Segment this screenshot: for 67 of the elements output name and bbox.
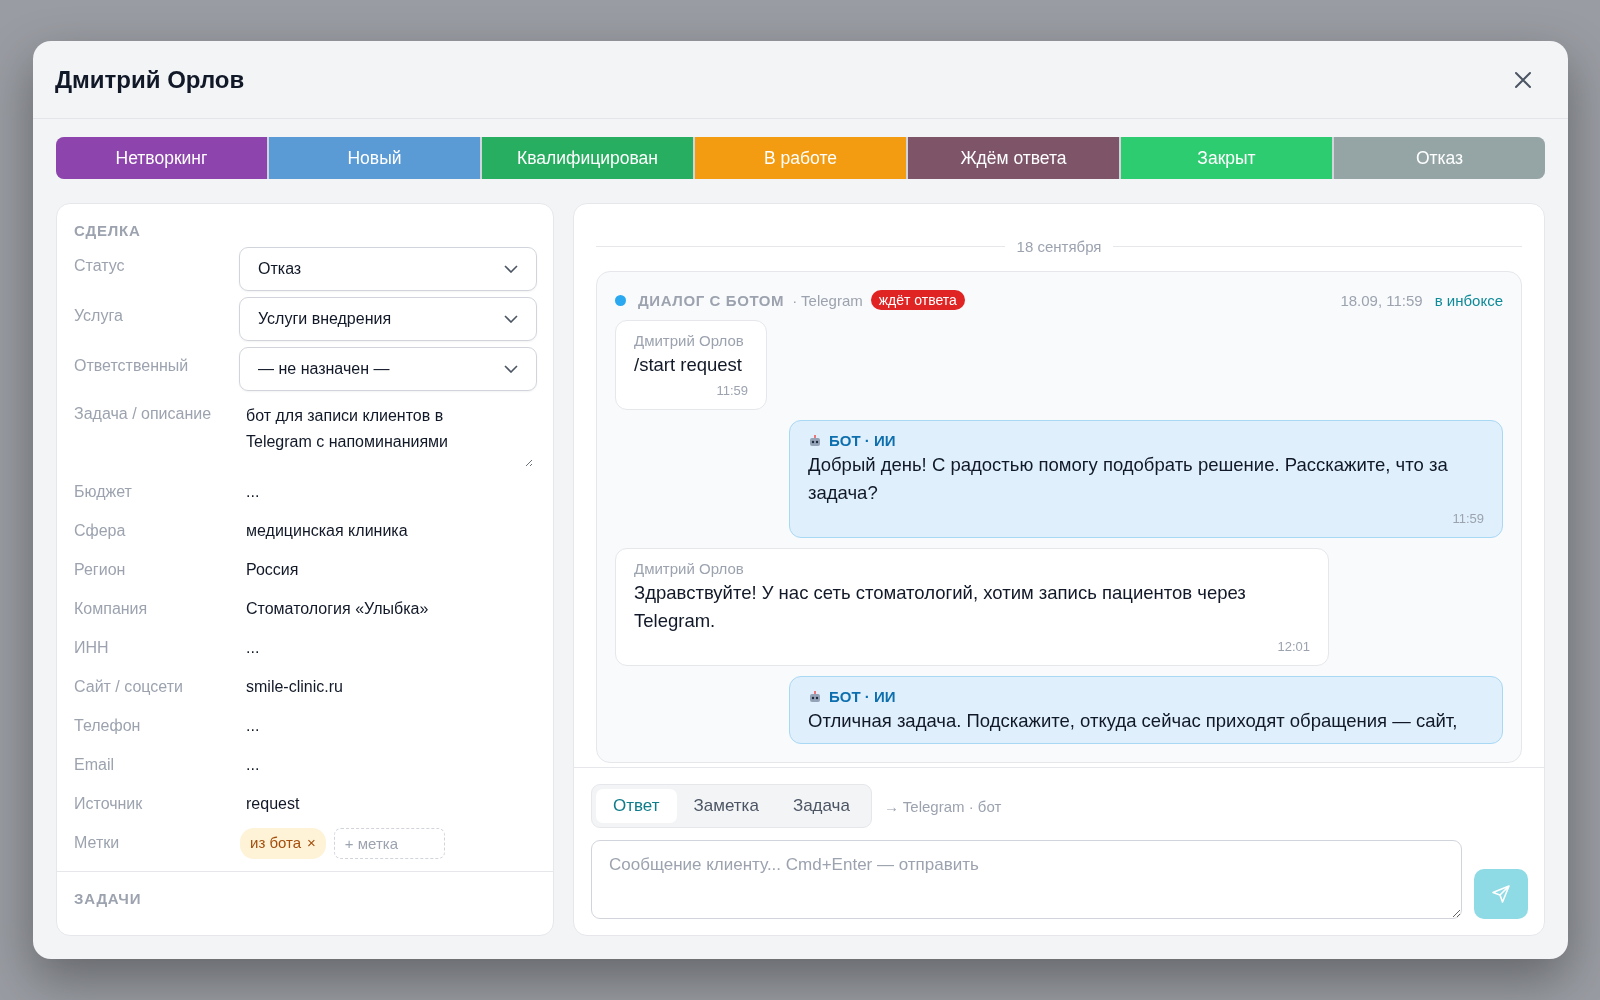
mode-tab[interactable]: Задача (775, 789, 867, 823)
field-value: ... (245, 482, 260, 501)
robot-icon (808, 690, 822, 704)
mode-tab[interactable]: Заметка (676, 789, 776, 823)
chevron-down-icon (504, 265, 518, 273)
message-time: 11:59 (1451, 510, 1484, 528)
select-field[interactable]: Отказ (239, 247, 537, 291)
field-label: Статус (74, 256, 126, 275)
target-label: → Telegram · бот (883, 797, 1002, 815)
dialog-time: 18.09, 11:59 (1340, 291, 1423, 309)
field-label: Ответственный (74, 356, 190, 375)
message-input[interactable]: Сообщение клиенту... Cmd+Enter — отправить (591, 840, 1462, 919)
stage-button[interactable]: Нетворкинг (56, 137, 267, 179)
field-value: ... (245, 638, 260, 657)
remove-tag-button[interactable]: × (307, 834, 316, 853)
field-value: smile-clinic.ru (245, 677, 343, 696)
field-value: ... (245, 716, 260, 735)
field-label: Бюджет (74, 482, 133, 501)
description-field[interactable]: бот для записи клиентов в Telegram с напоминаниями (239, 397, 537, 475)
tag-chip: из бота × (240, 828, 326, 859)
modal-title: Дмитрий Орлов (55, 65, 245, 94)
close-icon[interactable] (1514, 70, 1532, 89)
field-label: Источник (74, 794, 144, 813)
robot-icon (808, 434, 822, 448)
channel-label: · Telegram (792, 291, 863, 309)
message-author: БОТ · ИИ (829, 431, 896, 451)
field-label: ИНН (74, 638, 110, 657)
field-value: Стоматология «Улыбка» (245, 599, 429, 618)
section-heading: СДЕЛКА (74, 222, 142, 239)
field-label: Услуга (74, 306, 124, 325)
message-text: Отличная задача. Подскажите, откуда сейчас приходят обращения — сайт, (808, 709, 1459, 733)
field-value: Россия (245, 560, 299, 579)
field-value: ... (245, 755, 260, 774)
message-author: БОТ · ИИ (829, 687, 896, 707)
message-author: Дмитрий Орлов (634, 331, 745, 351)
send-icon (1491, 884, 1511, 904)
field-label: Сфера (74, 521, 127, 540)
stage-button[interactable]: Новый (269, 137, 480, 179)
message-time: 11:59 (715, 382, 748, 400)
dialog-title: ДИАЛОГ С БОТОМ (638, 291, 785, 309)
field-label: Метки (74, 833, 121, 852)
date-separator: 18 сентября (1016, 238, 1102, 255)
field-value: медицинская клиника (245, 521, 408, 540)
select-field[interactable]: Услуги внедрения (239, 297, 537, 341)
field-label: Сайт / соцсети (74, 677, 184, 696)
field-value: request (245, 794, 300, 813)
field-label: Email (74, 755, 115, 774)
chevron-down-icon (504, 365, 518, 373)
field-label: Регион (74, 560, 127, 579)
stage-button[interactable]: Квалифицирован (482, 137, 693, 179)
message-text: /start request (634, 353, 743, 377)
inbox-link[interactable]: в инбоксе (1434, 291, 1503, 309)
select-field[interactable]: — не назначен — (239, 347, 537, 391)
message-text: Добрый день! С радостью помогу подобрать решение. Расскажите, что за задача? (808, 453, 1449, 505)
field-label: Телефон (74, 716, 142, 735)
message-time: 12:01 (1276, 638, 1310, 656)
stage-button[interactable]: Ждём ответа (908, 137, 1119, 179)
resize-handle-icon[interactable] (523, 457, 533, 467)
mode-tab[interactable]: Ответ (596, 789, 677, 823)
message-author: Дмитрий Орлов (634, 559, 745, 579)
message-text: Здравствуйте! У нас сеть стоматологий, хотим запись пациентов через Telegram. (634, 581, 1247, 633)
field-label: Компания (74, 599, 149, 618)
status-badge: ждёт ответа (870, 290, 965, 310)
chevron-down-icon (504, 315, 518, 323)
field-label: Задача / описание (74, 404, 213, 423)
status-dot (615, 294, 626, 306)
section-heading: ЗАДАЧИ (74, 890, 143, 907)
